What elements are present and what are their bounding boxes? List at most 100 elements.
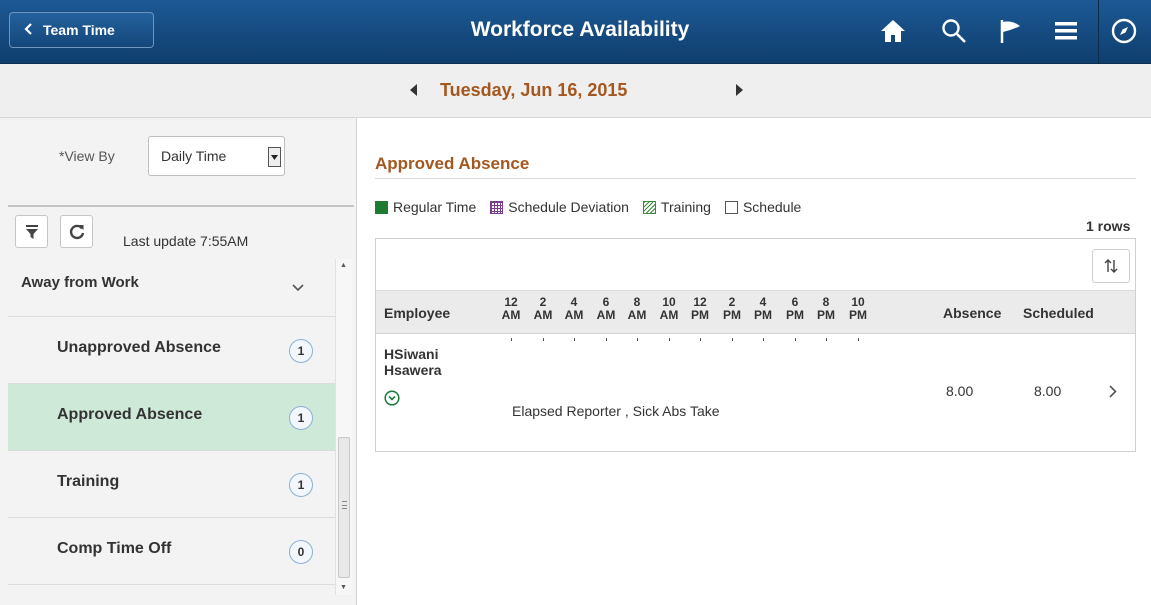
legend-training: Training (642, 199, 711, 215)
hour-period: PM (786, 308, 804, 322)
rows-count: 1 rows (1086, 218, 1131, 234)
group-away-from-work[interactable]: Away from Work (8, 259, 335, 317)
view-by-value: Daily Time (161, 148, 227, 164)
hour-header: 8 PM (816, 296, 836, 322)
hour-header: 6 PM (785, 296, 805, 322)
page-title: Workforce Availability (470, 18, 690, 41)
legend-label: Training (660, 199, 711, 215)
filter-icon (25, 224, 38, 239)
timeline-tick (606, 338, 607, 341)
grid-header: Employee 12 AM 2 AM 4 AM 6 AM 8 AM 10 AM 12 PM 2 PM 4 PM 6… (376, 291, 1135, 334)
timeline-tick (795, 338, 796, 341)
column-header-scheduled[interactable]: Scheduled (1023, 305, 1094, 321)
sort-button[interactable] (1092, 249, 1130, 283)
hour-period: AM (564, 308, 584, 322)
timeline-tick (511, 338, 512, 341)
legend: Regular Time Schedule Deviation Training… (375, 199, 801, 215)
timeline-tick (669, 338, 670, 341)
legend-label: Schedule Deviation (508, 199, 629, 215)
hour-period: AM (627, 308, 647, 322)
count-badge: 1 (289, 473, 313, 497)
hour-header: 12 AM (501, 296, 521, 322)
row-description: Elapsed Reporter , Sick Abs Take (512, 403, 720, 419)
current-date: Tuesday, Jun 16, 2015 (440, 80, 628, 100)
timeline-tick (826, 338, 827, 341)
refresh-icon (69, 224, 84, 239)
back-button-label: Team Time (43, 22, 115, 38)
hour-period: PM (817, 308, 835, 322)
chevron-down-icon (292, 279, 304, 297)
list-scrollbar[interactable]: ▲ ▼ (335, 259, 352, 595)
table-row[interactable]: HSiwani Hsawera Elapsed Reporter , Sick … (376, 334, 1135, 451)
category-list: Away from Work Unapproved Absence 1 Appr… (8, 259, 335, 595)
header-divider (1098, 0, 1099, 64)
hour-period: PM (723, 308, 741, 322)
date-navigation-bar: Tuesday, Jun 16, 2015 (0, 64, 1151, 118)
flag-icon[interactable] (994, 14, 1028, 48)
list-toolbar: Last update 7:55AM (8, 205, 354, 259)
scrollbar-thumb[interactable] (338, 437, 350, 578)
employee-name: HSiwani Hsawera (384, 346, 442, 378)
list-item-training[interactable]: Training 1 (8, 451, 335, 518)
hour-period: AM (501, 308, 521, 322)
hour-period: PM (849, 308, 867, 322)
timeline-tick (543, 338, 544, 341)
list-item-label: Approved Absence (57, 406, 203, 423)
group-title: Away from Work (21, 274, 139, 291)
hour-header: 6 AM (596, 296, 616, 322)
timeline-tick (858, 338, 859, 341)
refresh-button[interactable] (60, 215, 93, 248)
section-title: Approved Absence (375, 154, 530, 173)
next-date-button[interactable] (729, 80, 749, 100)
menu-icon[interactable] (1049, 14, 1083, 48)
hour-period: AM (659, 308, 679, 322)
count-badge: 1 (289, 406, 313, 430)
triangle-left-icon (410, 84, 417, 96)
list-item-approved-absence[interactable]: Approved Absence 1 (8, 384, 335, 451)
sort-icon (1104, 259, 1118, 273)
column-header-absence[interactable]: Absence (943, 305, 1001, 321)
previous-date-button[interactable] (404, 80, 424, 100)
scroll-down-icon[interactable]: ▼ (340, 584, 347, 591)
list-item-unapproved-absence[interactable]: Unapproved Absence 1 (8, 317, 335, 384)
column-header-employee[interactable]: Employee (384, 305, 450, 321)
expand-circle-icon[interactable] (384, 390, 400, 406)
count-badge: 1 (289, 339, 313, 363)
legend-label: Regular Time (393, 199, 477, 215)
legend-swatch (642, 200, 656, 214)
section-divider (375, 178, 1136, 179)
chevron-right-icon[interactable] (1109, 385, 1117, 403)
view-by-label: *View By (59, 148, 115, 164)
grid-toolbar (376, 239, 1135, 291)
list-item-comp-time-off[interactable]: Comp Time Off 0 (8, 518, 335, 585)
legend-schedule-deviation: Schedule Deviation (490, 199, 629, 215)
view-by-select[interactable]: Daily Time (148, 136, 285, 176)
hour-header: 4 PM (753, 296, 773, 322)
hour-period: AM (596, 308, 616, 322)
hour-header: 2 PM (722, 296, 742, 322)
count-badge: 0 (289, 540, 313, 564)
legend-regular-time: Regular Time (375, 199, 476, 215)
scroll-up-icon[interactable]: ▲ (340, 262, 347, 269)
legend-swatch (375, 200, 388, 214)
absence-value: 8.00 (946, 383, 974, 399)
filter-button[interactable] (15, 215, 48, 248)
home-icon[interactable] (876, 14, 910, 48)
back-button[interactable]: Team Time (9, 12, 154, 48)
legend-swatch (724, 200, 738, 214)
legend-schedule: Schedule (724, 199, 801, 215)
hour-header: 8 AM (627, 296, 647, 322)
timeline-tick (763, 338, 764, 341)
hour-period: PM (691, 308, 709, 322)
left-panel: *View By Daily Time Last update 7:55AM A… (0, 118, 357, 605)
hour-header: 12 PM (690, 296, 710, 322)
hour-header: 10 PM (848, 296, 868, 322)
hour-header: 10 AM (659, 296, 679, 322)
timeline-tick (732, 338, 733, 341)
search-icon[interactable] (937, 14, 971, 48)
compass-icon[interactable] (1107, 14, 1141, 48)
last-update-text: Last update 7:55AM (123, 233, 249, 249)
hour-period: PM (754, 308, 772, 322)
availability-grid: Employee 12 AM 2 AM 4 AM 6 AM 8 AM 10 AM 12 PM 2 PM 4 PM 6… (375, 238, 1136, 452)
chevron-left-icon (24, 22, 33, 38)
